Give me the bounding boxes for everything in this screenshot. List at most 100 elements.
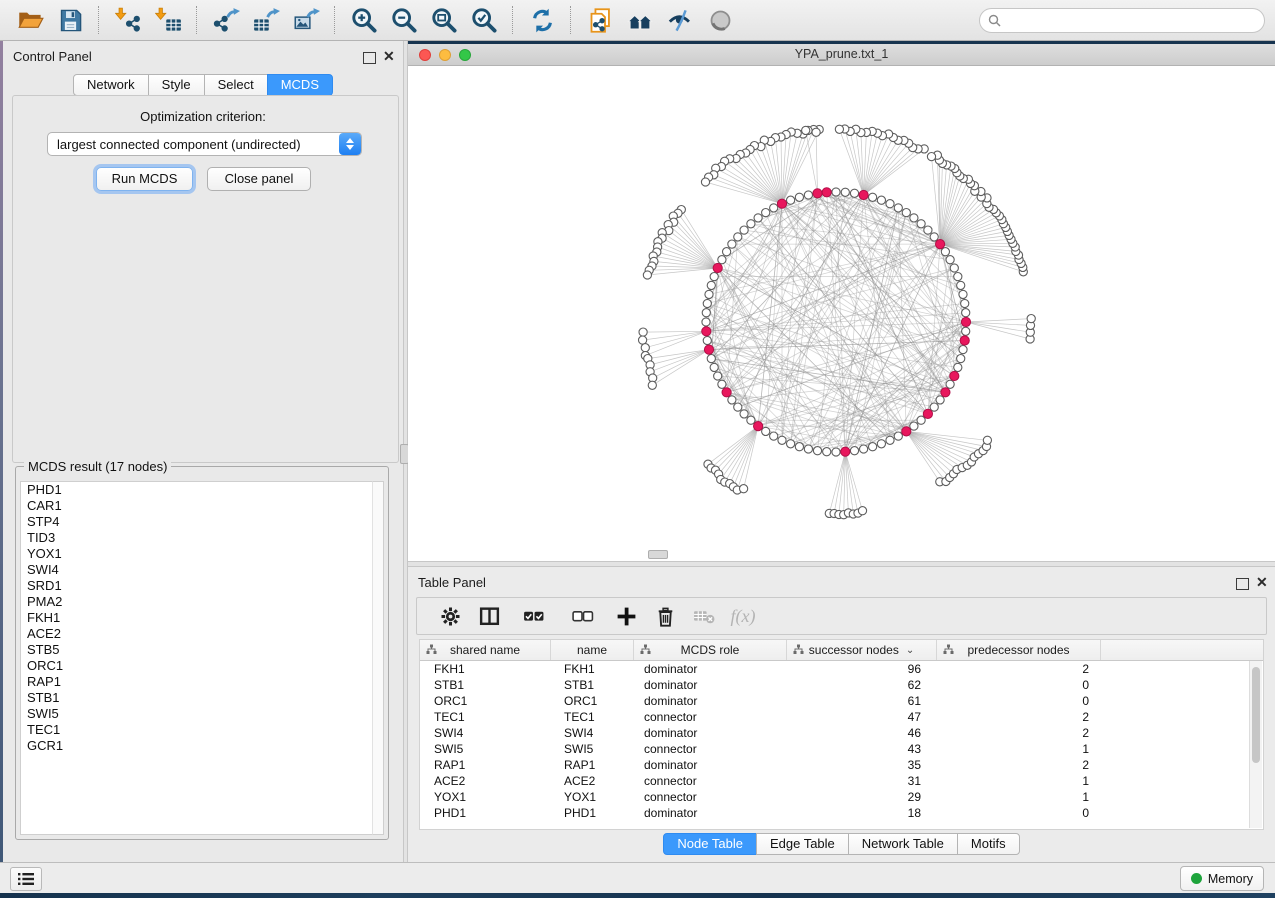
sort-arrow-icon: ⌄ <box>906 645 914 656</box>
mcds-result-list[interactable]: PHD1CAR1STP4TID3YOX1SWI4SRD1PMA2FKH1ACE2… <box>20 481 374 835</box>
refresh-icon[interactable] <box>525 4 559 36</box>
mcds-result-item[interactable]: RAP1 <box>21 674 373 690</box>
table-row[interactable]: YOX1YOX1connector291 <box>420 789 1263 805</box>
home-search-icon[interactable] <box>623 4 657 36</box>
float-panel-icon[interactable] <box>1236 578 1249 590</box>
table-panel-title: Table Panel <box>418 575 486 590</box>
mcds-result-item[interactable]: SRD1 <box>21 578 373 594</box>
show-column-panel-icon[interactable] <box>474 602 504 630</box>
optimization-criterion-label: Optimization criterion: <box>3 109 403 124</box>
table-row[interactable]: SWI4SWI4dominator462 <box>420 725 1263 741</box>
table-cell: FKH1 <box>420 661 551 677</box>
mcds-result-item[interactable]: CAR1 <box>21 498 373 514</box>
table-row[interactable]: PHD1PHD1dominator180 <box>420 805 1263 821</box>
table-cell: 96 <box>787 661 937 677</box>
zoom-out-icon[interactable] <box>387 4 421 36</box>
mcds-result-item[interactable]: SWI4 <box>21 562 373 578</box>
save-session-icon[interactable] <box>53 4 87 36</box>
column-header-predecessor-nodes[interactable]: predecessor nodes <box>937 640 1101 660</box>
mcds-result-group: MCDS result (17 nodes) PHD1CAR1STP4TID3Y… <box>15 466 389 840</box>
clone-network-icon[interactable] <box>583 4 617 36</box>
zoom-in-icon[interactable] <box>347 4 381 36</box>
import-network-icon[interactable] <box>111 4 145 36</box>
table-scrollbar[interactable] <box>1249 661 1262 828</box>
close-panel-button[interactable]: Close panel <box>207 167 311 191</box>
add-column-icon[interactable] <box>611 602 641 630</box>
column-header-name[interactable]: name <box>551 640 634 660</box>
clear-selection-icon[interactable] <box>562 602 602 630</box>
tab-node-table[interactable]: Node Table <box>663 833 757 855</box>
mcds-result-item[interactable]: STP4 <box>21 514 373 530</box>
table-row[interactable]: RAP1RAP1dominator352 <box>420 757 1263 773</box>
zoom-selected-icon[interactable] <box>467 4 501 36</box>
mcds-result-item[interactable]: ACE2 <box>21 626 373 642</box>
mcds-result-item[interactable]: STB5 <box>21 642 373 658</box>
mcds-result-item[interactable]: TEC1 <box>21 722 373 738</box>
mcds-result-item[interactable]: SWI5 <box>21 706 373 722</box>
mcds-result-item[interactable]: ORC1 <box>21 658 373 674</box>
search-box[interactable] <box>979 8 1265 33</box>
horizontal-splitter-handle[interactable] <box>648 550 668 559</box>
tab-network-table[interactable]: Network Table <box>848 833 958 855</box>
menu-button[interactable] <box>10 867 42 891</box>
table-cell: 43 <box>787 741 937 757</box>
column-header-successor-nodes[interactable]: successor nodes⌄ <box>787 640 937 660</box>
tab-style[interactable]: Style <box>148 74 205 96</box>
table-cell: 2 <box>937 709 1101 725</box>
float-panel-icon[interactable] <box>363 52 376 64</box>
memory-button[interactable]: Memory <box>1180 866 1264 891</box>
optimization-criterion-select[interactable]: largest connected component (undirected) <box>47 132 362 156</box>
table-row[interactable]: FKH1FKH1dominator962 <box>420 661 1263 677</box>
column-header-MCDS-role[interactable]: MCDS role <box>634 640 787 660</box>
tab-mcds[interactable]: MCDS <box>267 74 333 96</box>
network-canvas[interactable] <box>408 66 1275 561</box>
tab-network[interactable]: Network <box>73 74 149 96</box>
mcds-result-item[interactable]: PMA2 <box>21 594 373 610</box>
search-input[interactable] <box>1006 12 1256 28</box>
zoom-fit-icon[interactable] <box>427 4 461 36</box>
toolbar-separator <box>334 6 336 34</box>
table-cell: YOX1 <box>420 789 551 805</box>
table-row[interactable]: ORC1ORC1dominator610 <box>420 693 1263 709</box>
close-panel-icon[interactable]: ✕ <box>383 49 395 63</box>
table-cell: 31 <box>787 773 937 789</box>
run-mcds-button[interactable]: Run MCDS <box>96 167 193 191</box>
control-panel-title: Control Panel <box>13 49 92 64</box>
table-row[interactable]: ACE2ACE2connector311 <box>420 773 1263 789</box>
tab-edge-table[interactable]: Edge Table <box>756 833 849 855</box>
toolbar-separator <box>196 6 198 34</box>
export-table-icon[interactable] <box>249 4 283 36</box>
select-all-rows-icon[interactable] <box>513 602 553 630</box>
network-window-titlebar[interactable]: YPA_prune.txt_1 <box>408 44 1275 66</box>
mcds-result-item[interactable]: PHD1 <box>21 482 373 498</box>
mcds-list-scrollbar[interactable] <box>372 481 384 835</box>
open-folder-icon[interactable] <box>13 4 47 36</box>
mcds-result-item[interactable]: STB1 <box>21 690 373 706</box>
mcds-result-item[interactable]: YOX1 <box>21 546 373 562</box>
table-settings-gear-icon[interactable] <box>435 602 465 630</box>
table-row[interactable]: STB1STB1dominator620 <box>420 677 1263 693</box>
network-graph[interactable] <box>408 66 1275 561</box>
column-header-filler <box>1101 640 1263 660</box>
table-row[interactable]: TEC1TEC1connector472 <box>420 709 1263 725</box>
dropdown-stepper-icon[interactable] <box>339 133 361 155</box>
table-row[interactable]: SWI5SWI5connector431 <box>420 741 1263 757</box>
close-panel-icon[interactable]: ✕ <box>1256 575 1268 589</box>
export-image-icon[interactable] <box>289 4 323 36</box>
mcds-result-item[interactable]: TID3 <box>21 530 373 546</box>
table-cell: RAP1 <box>551 757 634 773</box>
import-table-icon[interactable] <box>151 4 185 36</box>
tab-motifs[interactable]: Motifs <box>957 833 1020 855</box>
memory-button-label: Memory <box>1208 872 1253 886</box>
tab-select[interactable]: Select <box>204 74 268 96</box>
table-cell: 18 <box>787 805 937 821</box>
mcds-result-item[interactable]: FKH1 <box>21 610 373 626</box>
column-header-shared-name[interactable]: shared name <box>420 640 551 660</box>
table-cell: dominator <box>634 805 787 821</box>
delete-column-icon[interactable] <box>650 602 680 630</box>
mcds-result-item[interactable]: GCR1 <box>21 738 373 754</box>
table-scrollbar-thumb[interactable] <box>1252 667 1260 763</box>
table-cell: connector <box>634 789 787 805</box>
export-network-icon[interactable] <box>209 4 243 36</box>
hide-selected-icon[interactable] <box>663 4 697 36</box>
